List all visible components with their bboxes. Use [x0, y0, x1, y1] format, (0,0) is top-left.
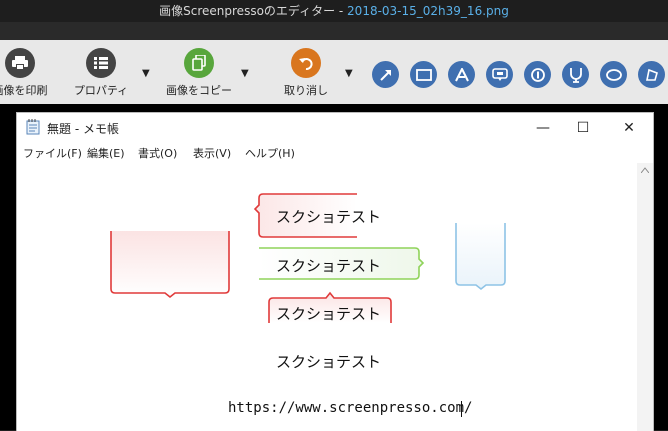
print-button[interactable]: 画像を印刷 — [0, 48, 48, 98]
close-button[interactable]: ✕ — [609, 115, 649, 141]
menu-format[interactable]: 書式(O) — [138, 145, 177, 161]
undo-icon — [291, 48, 321, 78]
list-icon — [86, 48, 116, 78]
notepad-menubar: ファイル(F) 編集(E) 書式(O) 表示(V) ヘルプ(H) — [17, 143, 653, 163]
notepad-title: 無題 - メモ帳 — [47, 122, 119, 136]
copy-icon — [184, 48, 214, 78]
scroll-up-icon[interactable] — [641, 167, 649, 173]
undo-dropdown-icon[interactable]: ▼ — [345, 68, 353, 79]
notepad-window: 無題 - メモ帳 — ☐ ✕ ファイル(F) 編集(E) 書式(O) 表示(V)… — [16, 112, 654, 431]
copy-image-button[interactable]: 画像をコピー — [164, 48, 234, 98]
app-titlebar: 画像Screenpressoのエディター - 2018-03-15_02h39_… — [0, 0, 668, 22]
minimize-button[interactable]: — — [523, 115, 563, 141]
magnifier-tool-icon[interactable] — [562, 61, 589, 88]
copy-dropdown-icon[interactable]: ▼ — [241, 68, 249, 79]
menu-edit[interactable]: 編集(E) — [87, 145, 125, 161]
undo-label: 取り消し — [284, 84, 328, 97]
copy-image-label: 画像をコピー — [166, 84, 232, 97]
text-line-3: スクショテスト — [276, 305, 382, 323]
step-number-tool-icon[interactable] — [524, 61, 551, 88]
red-callout-left[interactable] — [110, 231, 230, 299]
annotation-layer — [110, 193, 506, 323]
maximize-button[interactable]: ☐ — [563, 115, 603, 141]
text-caret — [461, 401, 462, 417]
url-text: https://www.screenpresso.com/ — [228, 400, 473, 416]
ellipse-tool-icon[interactable] — [600, 61, 627, 88]
arrow-tool-icon[interactable] — [372, 61, 399, 88]
menu-file[interactable]: ファイル(F) — [23, 145, 82, 161]
menu-help[interactable]: ヘルプ(H) — [245, 145, 295, 161]
vertical-scrollbar[interactable] — [637, 163, 653, 431]
properties-label: プロパティ — [73, 84, 129, 97]
printer-icon — [5, 48, 35, 78]
blue-callout[interactable] — [455, 223, 506, 291]
callout-tool-icon[interactable] — [486, 61, 513, 88]
text-line-4: スクショテスト — [276, 353, 382, 371]
text-line-2: スクショテスト — [276, 257, 382, 275]
rectangle-tool-icon[interactable] — [410, 61, 437, 88]
properties-button[interactable]: プロパティ — [72, 48, 130, 98]
editor-toolbar: 画像を印刷 プロパティ ▼ 画像をコピー ▼ 取り消し ▼ — [0, 40, 668, 104]
menu-view[interactable]: 表示(V) — [193, 145, 231, 161]
print-label: 画像を印刷 — [0, 84, 48, 97]
text-tool-icon[interactable] — [448, 61, 475, 88]
properties-dropdown-icon[interactable]: ▼ — [142, 68, 150, 79]
notepad-titlebar: 無題 - メモ帳 — ☐ ✕ — [17, 113, 653, 143]
undo-button[interactable]: 取り消し — [280, 48, 332, 98]
text-line-1: スクショテスト — [276, 208, 382, 226]
notepad-icon — [26, 119, 40, 135]
polygon-tool-icon[interactable] — [638, 61, 665, 88]
app-title: 画像Screenpressoのエディター - — [159, 4, 348, 18]
file-name: 2018-03-15_02h39_16.png — [347, 4, 509, 18]
title-strip — [0, 22, 668, 40]
